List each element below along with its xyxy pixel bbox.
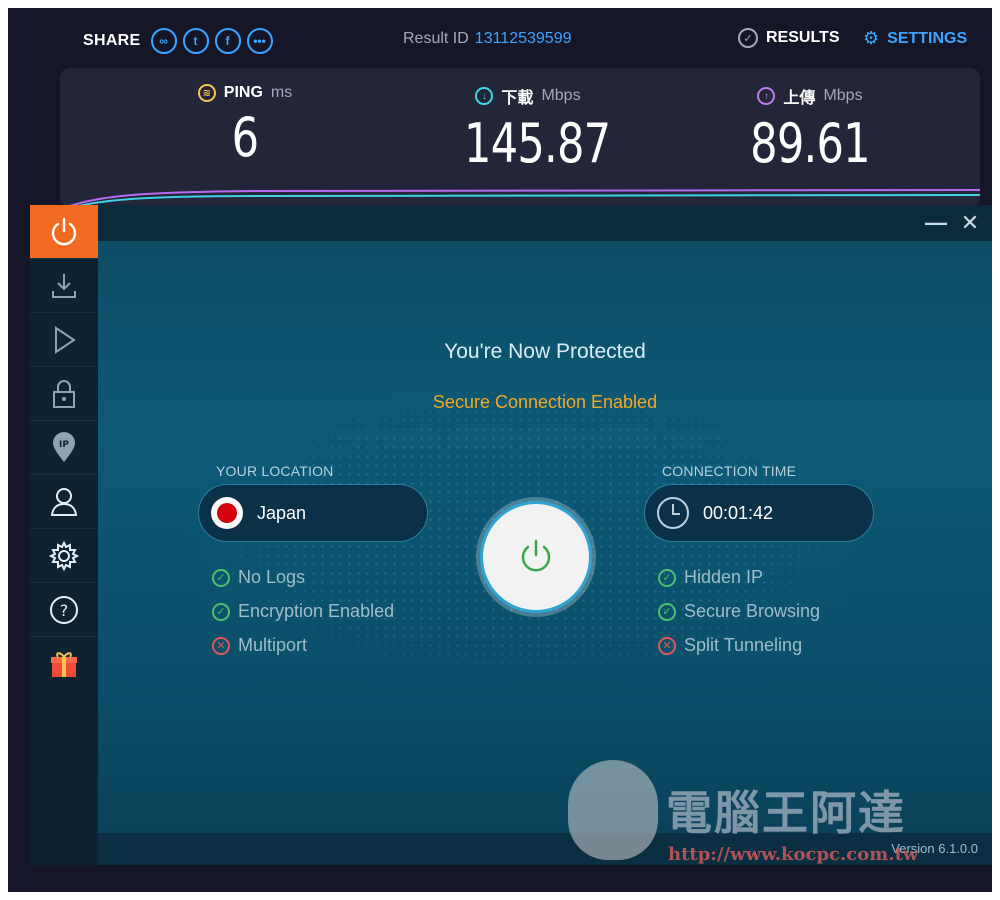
result-id-label: Result ID	[403, 30, 469, 47]
download-arrow-icon: ↓	[475, 87, 494, 105]
user-icon	[50, 487, 78, 516]
minimize-icon[interactable]: —	[922, 209, 950, 237]
settings-button[interactable]: ⚙ SETTINGS	[863, 28, 967, 49]
location-selector[interactable]: Japan	[198, 484, 428, 542]
upload-arrow-icon: ↑	[757, 87, 776, 105]
gear-icon	[48, 540, 80, 571]
feature-split-tunneling: ✕ Split Tunneling	[658, 635, 820, 656]
upload-label: 上傳	[783, 90, 816, 107]
ping-metric: ≋ PING ms 6	[180, 84, 310, 169]
result-id: Result ID 13112539599	[403, 30, 572, 48]
results-label: RESULTS	[766, 29, 840, 46]
right-feature-list: ✓ Hidden IP ✓ Secure Browsing ✕ Split Tunne…	[658, 567, 820, 656]
sidebar-item-account[interactable]	[30, 475, 98, 529]
sidebar-item-lock[interactable]	[30, 367, 98, 421]
feature-no-logs: ✓ No Logs	[212, 567, 394, 588]
upload-value: 89.61	[750, 112, 870, 175]
download-metric: ↓ 下載 Mbps 145.87	[448, 84, 611, 175]
result-id-link[interactable]: 13112539599	[475, 30, 572, 47]
ping-label: PING	[223, 84, 263, 101]
sidebar-item-gift[interactable]	[30, 637, 98, 691]
speed-graph	[69, 189, 980, 208]
sidebar-item-play[interactable]	[30, 313, 98, 367]
twitter-icon[interactable]: t	[182, 28, 209, 54]
play-icon	[55, 325, 76, 354]
download-value: 145.87	[464, 112, 611, 175]
help-icon: ?	[50, 595, 78, 624]
check-circle-icon: ✓	[738, 28, 758, 48]
sidebar-item-settings[interactable]	[30, 529, 98, 583]
settings-label: SETTINGS	[887, 29, 968, 47]
connect-button[interactable]	[480, 501, 592, 613]
ping-icon: ≋	[197, 84, 216, 102]
download-label: 下載	[501, 90, 534, 107]
location-label: YOUR LOCATION	[216, 463, 334, 479]
svg-text:?: ?	[60, 601, 69, 620]
link-icon[interactable]: ∞	[150, 28, 177, 54]
watermark-text: 電腦王阿達	[666, 786, 906, 840]
clock-icon	[657, 497, 689, 529]
gear-icon: ⚙	[863, 28, 880, 48]
connection-time-value: 00:01:42	[703, 502, 774, 523]
left-feature-list: ✓ No Logs ✓ Encryption Enabled ✕ Multiport	[212, 567, 394, 656]
svg-text:IP: IP	[59, 440, 69, 450]
lock-icon	[53, 379, 75, 408]
protection-headline: You're Now Protected	[444, 340, 646, 363]
connection-time-display: 00:01:42	[644, 484, 874, 542]
more-icon[interactable]: •••	[246, 28, 273, 54]
check-icon: ✓	[212, 602, 230, 621]
sidebar-item-ip[interactable]: IP	[30, 421, 98, 475]
feature-label: Encryption Enabled	[238, 601, 395, 621]
feature-label: Split Tunneling	[684, 635, 803, 655]
upload-metric: ↑ 上傳 Mbps 89.61	[730, 84, 890, 175]
location-value: Japan	[257, 502, 307, 523]
check-icon: ✓	[658, 568, 676, 587]
speedtest-bottom-strip	[8, 865, 992, 892]
download-unit: Mbps	[541, 87, 581, 104]
vpn-titlebar: — ✕	[98, 205, 992, 241]
close-icon[interactable]: ✕	[956, 209, 984, 237]
power-icon	[51, 217, 77, 245]
sidebar-item-help[interactable]: ?	[30, 583, 98, 637]
feature-label: No Logs	[238, 567, 306, 587]
feature-secure-browsing: ✓ Secure Browsing	[658, 601, 820, 622]
feature-label: Multiport	[238, 635, 308, 655]
share-label: SHARE	[83, 32, 141, 49]
share-bar: SHARE ∞ t f •••	[83, 28, 273, 54]
japan-flag-icon	[211, 497, 243, 529]
ping-value: 6	[231, 106, 259, 169]
sidebar-item-power[interactable]	[30, 205, 98, 259]
feature-encryption: ✓ Encryption Enabled	[212, 601, 394, 622]
feature-label: Hidden IP	[684, 567, 764, 587]
cross-icon: ✕	[212, 636, 230, 655]
gift-icon	[51, 652, 77, 677]
ping-unit: ms	[270, 84, 293, 101]
upload-unit: Mbps	[823, 87, 863, 104]
screenshot-frame: SHARE ∞ t f ••• Result ID 13112539599 ✓ R…	[8, 8, 992, 892]
feature-hidden-ip: ✓ Hidden IP	[658, 567, 820, 588]
feature-label: Secure Browsing	[684, 601, 821, 621]
check-icon: ✓	[212, 568, 230, 587]
sidebar-item-download[interactable]	[30, 259, 98, 313]
download-icon	[52, 273, 76, 298]
vpn-sidebar: IP ?	[30, 205, 98, 865]
watermark-mascot-icon	[568, 760, 658, 860]
feature-multiport: ✕ Multiport	[212, 635, 394, 656]
speedtest-header: SHARE ∞ t f ••• Result ID 13112539599 ✓ R…	[8, 8, 992, 68]
ip-pin-icon: IP	[53, 431, 75, 462]
check-icon: ✓	[658, 602, 676, 621]
results-button[interactable]: ✓ RESULTS	[738, 28, 839, 48]
connection-time-label: CONNECTION TIME	[662, 463, 797, 479]
power-icon	[521, 539, 551, 572]
cross-icon: ✕	[658, 636, 676, 655]
facebook-icon[interactable]: f	[214, 28, 241, 54]
connection-status: Secure Connection Enabled	[432, 392, 658, 412]
watermark-url: http://www.kocpc.com.tw	[668, 844, 919, 865]
